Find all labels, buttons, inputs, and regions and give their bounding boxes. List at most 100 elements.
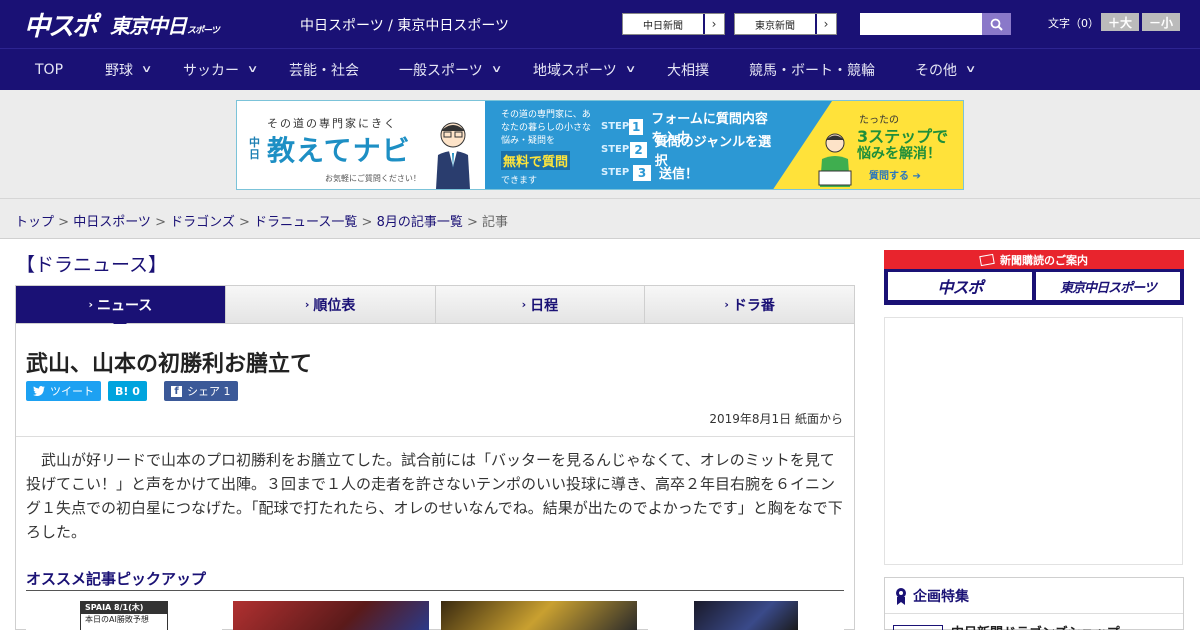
site-logo[interactable]: 中スポ 東京中日スポーツ bbox=[24, 6, 220, 43]
feature-head: 企画特集 bbox=[885, 578, 1183, 614]
breadcrumb-sep: > bbox=[462, 215, 483, 230]
banner-cta[interactable]: 質問する ➔ bbox=[869, 167, 921, 182]
tab-schedule[interactable]: › 日程 bbox=[435, 286, 646, 323]
breadcrumb-link[interactable]: ドラニュース一覧 bbox=[254, 215, 357, 230]
site-names: 中日スポーツ / 東京中日スポーツ bbox=[300, 18, 510, 34]
dragons-shop-icon bbox=[893, 624, 943, 630]
nav-item-soccer[interactable]: サッカー ∨ bbox=[183, 49, 259, 91]
nav-label: その他 bbox=[915, 62, 957, 79]
chevron-down-icon: ∨ bbox=[246, 64, 259, 75]
chevron-right-icon: › bbox=[521, 298, 527, 311]
tweet-label: ツイート bbox=[50, 385, 94, 398]
nav-label: 大相撲 bbox=[667, 62, 709, 79]
font-bigger-button[interactable]: ＋大 bbox=[1101, 13, 1139, 31]
breadcrumb-sep: > bbox=[150, 215, 171, 230]
breadcrumb-sep: > bbox=[54, 215, 74, 230]
tab-label: ニュース bbox=[96, 297, 153, 314]
nav-item-sumo[interactable]: 大相撲 bbox=[667, 49, 709, 91]
nav-label: 地域スポーツ bbox=[533, 62, 617, 79]
nav-item-top[interactable]: TOP bbox=[35, 49, 63, 91]
chevron-down-icon: ∨ bbox=[624, 64, 637, 75]
feature-item[interactable]: 中日新聞ドラゴンズショップ bbox=[885, 614, 1183, 630]
nav-label: 一般スポーツ bbox=[399, 62, 483, 79]
chevron-right-icon: › bbox=[724, 298, 729, 311]
main-nav: TOP 野球 ∨ サッカー ∨ 芸能・社会 一般スポーツ ∨ 地域スポーツ ∨ 大相撲 … bbox=[0, 48, 1200, 90]
ribbon-icon bbox=[896, 587, 906, 605]
site-header: 中スポ 東京中日スポーツ 中日スポーツ / 東京中日スポーツ 中日新聞 › 東京… bbox=[0, 0, 1200, 48]
chunichi-shimbun-link[interactable]: 中日新聞 › bbox=[622, 13, 725, 35]
chevron-right-icon: › bbox=[88, 298, 93, 311]
facebook-icon: f bbox=[171, 385, 182, 397]
hatena-bookmark-button[interactable]: B! 0 bbox=[108, 381, 147, 401]
section-title: 【ドラニュース】 bbox=[16, 254, 168, 276]
breadcrumb-link[interactable]: 8月の記事一覧 bbox=[377, 215, 463, 230]
logo-chuspo[interactable]: 中スポ bbox=[24, 6, 98, 43]
banner-can: できます bbox=[501, 176, 538, 186]
ad-slot bbox=[884, 317, 1183, 565]
nav-item-baseball[interactable]: 野球 ∨ bbox=[105, 49, 153, 91]
nav-item-general-sports[interactable]: 一般スポーツ ∨ bbox=[399, 49, 503, 91]
breadcrumb-link[interactable]: トップ bbox=[15, 215, 54, 230]
facebook-share-button[interactable]: f シェア 1 bbox=[164, 381, 238, 401]
banner-brand: 教えてナビ bbox=[267, 134, 411, 167]
tokyo-shimbun-link[interactable]: 東京新聞 › bbox=[734, 13, 837, 35]
pickup-thumb[interactable] bbox=[233, 601, 429, 630]
pickup-thumb[interactable]: SPAIA 8/1(木) 本日のAI勝敗予想 bbox=[26, 601, 222, 630]
breadcrumb-link[interactable]: 中日スポーツ bbox=[73, 215, 151, 230]
pickup-thumb-text: SPAIA 8/1(木) bbox=[81, 602, 167, 614]
step-number: 1 bbox=[629, 118, 644, 135]
feature-item-label: 中日新聞ドラゴンズショップ bbox=[951, 622, 1120, 630]
expert-illustration bbox=[436, 122, 470, 189]
tab-label: 順位表 bbox=[313, 297, 356, 314]
breadcrumb-link[interactable]: ドラゴンズ bbox=[170, 215, 235, 230]
tab-draban[interactable]: › ドラ番 bbox=[645, 286, 854, 323]
nav-item-local-sports[interactable]: 地域スポーツ ∨ bbox=[533, 49, 637, 91]
step-number: 3 bbox=[633, 164, 651, 181]
step-text: 送信！ bbox=[659, 167, 699, 182]
font-smaller-button[interactable]: －小 bbox=[1142, 13, 1180, 31]
nav-item-other[interactable]: その他 ∨ bbox=[915, 49, 977, 91]
article-body: 武山が好リードで山本のプロ初勝利をお膳立てした。試合前には「バッターを見るんじゃ… bbox=[26, 451, 843, 541]
search-button[interactable] bbox=[982, 13, 1011, 35]
subscribe-tokyo-button[interactable]: 東京中日スポーツ bbox=[1036, 272, 1180, 300]
subscription-head: 新聞購読のご案内 bbox=[884, 250, 1184, 269]
pickup-thumb-sub: 本日のAI勝敗予想 bbox=[85, 615, 149, 624]
tab-standings[interactable]: › 順位表 bbox=[225, 286, 436, 323]
banner-steps-panel: その道の専門家に、あなたの暮らしの小さな悩み・疑問を 無料で質問 できます ST… bbox=[485, 101, 773, 189]
chevron-down-icon: ∨ bbox=[140, 64, 153, 75]
step-word: STEP bbox=[601, 167, 630, 178]
tab-bar: › ニュース › 順位表 › 日程 › ドラ番 bbox=[15, 285, 855, 330]
nav-label: 芸能・社会 bbox=[289, 62, 359, 79]
breadcrumb: トップ > 中日スポーツ > ドラゴンズ > ドラニュース一覧 > 8月の記事一… bbox=[15, 211, 508, 230]
tweet-button[interactable]: ツイート bbox=[26, 381, 101, 401]
breadcrumb-current: 記事 bbox=[482, 215, 509, 230]
logo-tokyo-chunichi[interactable]: 東京中日スポーツ bbox=[110, 10, 220, 39]
nav-item-entertainment[interactable]: 芸能・社会 bbox=[289, 49, 359, 91]
pickup-thumb[interactable] bbox=[648, 601, 844, 630]
pickup-thumb-card: SPAIA 8/1(木) 本日のAI勝敗予想 bbox=[80, 601, 168, 630]
nav-item-racing[interactable]: 競馬・ボート・競輪 bbox=[749, 49, 875, 91]
pickup-title: オススメ記事ピックアップ bbox=[26, 570, 207, 588]
step-word: STEP bbox=[601, 144, 630, 155]
person-illustration bbox=[818, 133, 852, 187]
pickup-thumb-image bbox=[694, 601, 798, 630]
tab-label: ドラ番 bbox=[732, 297, 775, 314]
tab-label: 日程 bbox=[530, 297, 559, 314]
nav-label: 野球 bbox=[105, 62, 133, 79]
search-icon bbox=[990, 18, 1003, 31]
feature-head-label: 企画特集 bbox=[913, 588, 969, 605]
font-size-label: 文字（0） bbox=[1048, 17, 1099, 30]
pickup-thumb[interactable] bbox=[441, 601, 637, 630]
nav-label: TOP bbox=[35, 61, 64, 78]
nav-label: 競馬・ボート・競輪 bbox=[749, 62, 875, 79]
chevron-right-icon: › bbox=[703, 14, 724, 34]
subscribe-chuspo-button[interactable]: 中スポ bbox=[888, 272, 1032, 300]
twitter-icon bbox=[33, 386, 45, 396]
oshiete-navi-banner[interactable]: その道の専門家にきく 中日 教えてナビ お気軽にご質問ください！ その道の専門家… bbox=[236, 100, 964, 190]
tab-news[interactable]: › ニュース bbox=[16, 286, 226, 330]
chevron-down-icon: ∨ bbox=[964, 64, 977, 75]
search-input[interactable] bbox=[860, 13, 982, 35]
chevron-down-icon: ∨ bbox=[490, 64, 503, 75]
arrow-right-icon: ➔ bbox=[912, 171, 921, 182]
subscription-box: 新聞購読のご案内 中スポ 東京中日スポーツ bbox=[884, 250, 1184, 305]
